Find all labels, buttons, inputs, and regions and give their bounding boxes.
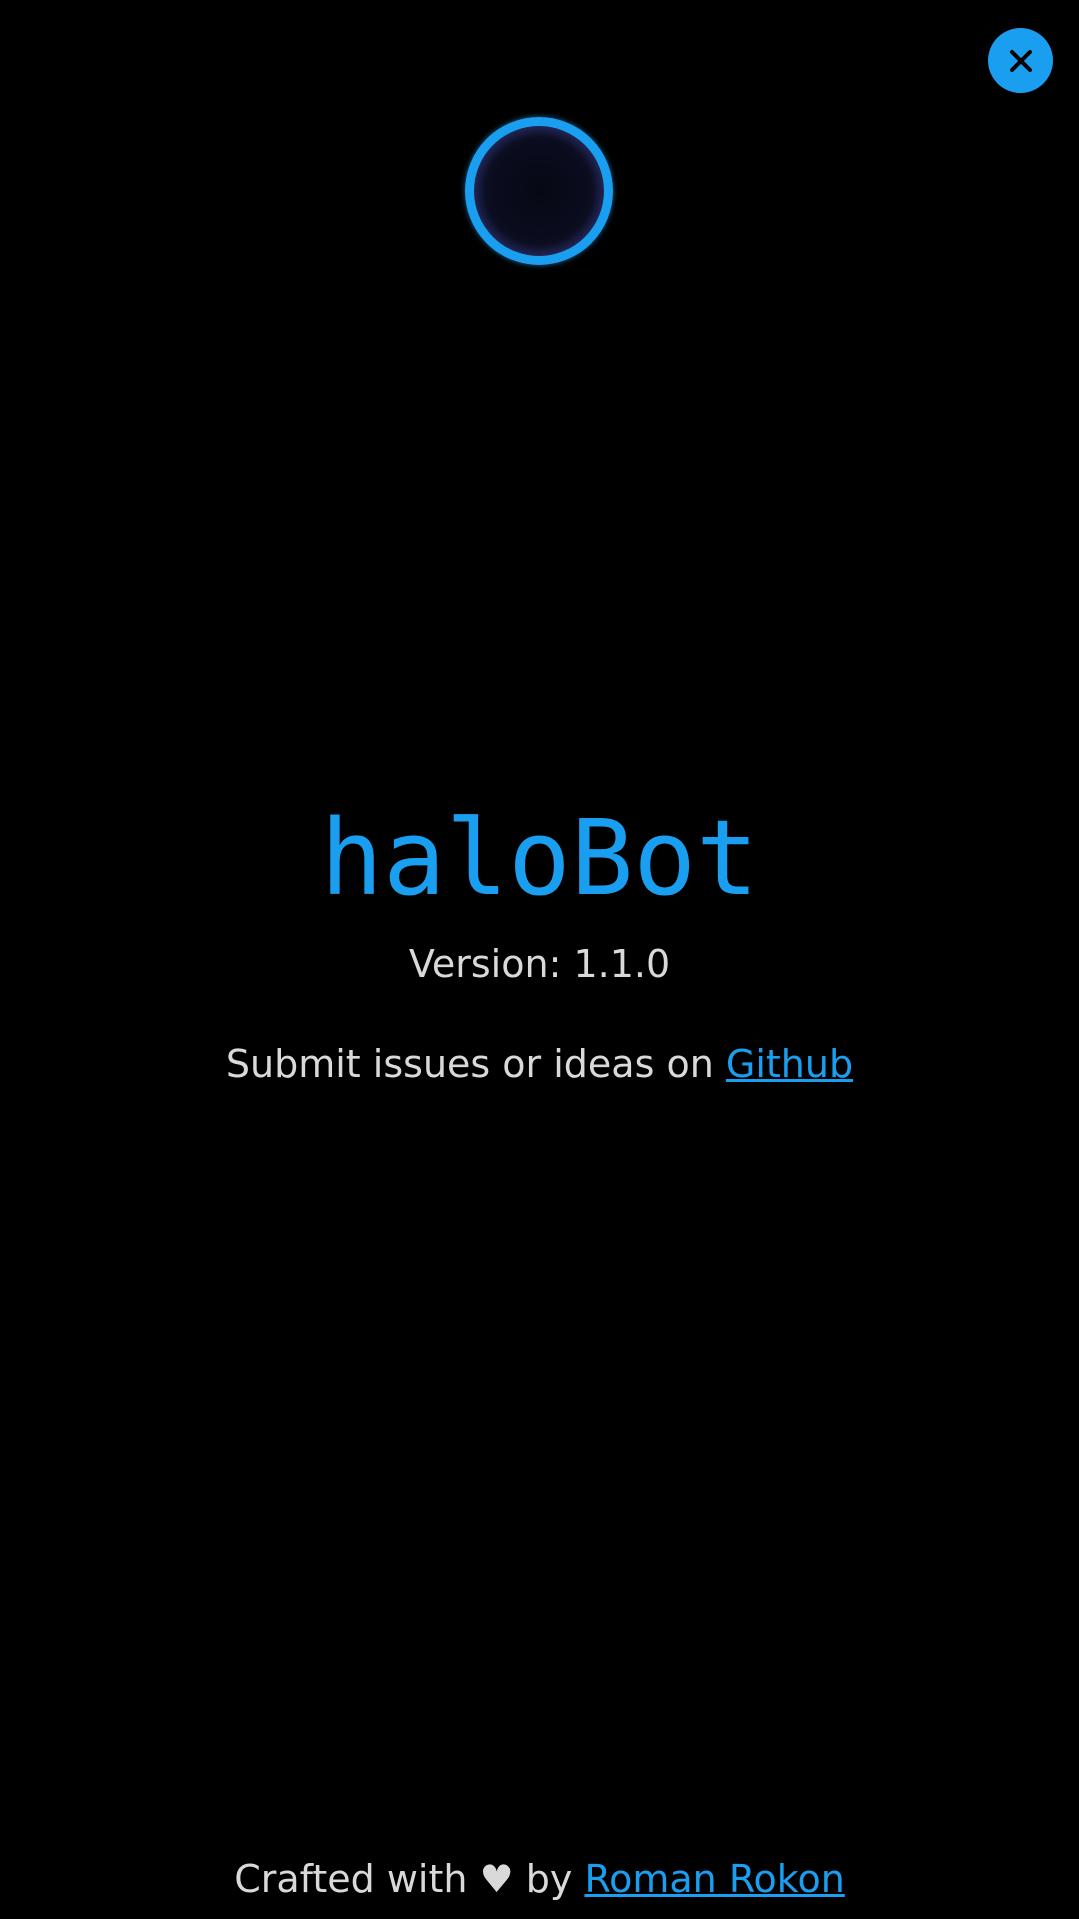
- issues-label: Submit issues or ideas on: [225, 1042, 714, 1086]
- issues-text: Submit issues or ideas on Github: [0, 1040, 1079, 1088]
- close-icon: [1009, 49, 1032, 72]
- footer-credit: Crafted with ♥ by Roman Rokon: [0, 1855, 1079, 1903]
- heart-icon: ♥: [479, 1857, 514, 1901]
- halo-ring-icon: [465, 117, 613, 265]
- version-label: Version:: [408, 942, 562, 986]
- app-title: haloBot: [320, 797, 759, 919]
- author-link[interactable]: Roman Rokon: [584, 1857, 844, 1901]
- version-value: 1.1.0: [573, 942, 671, 986]
- footer-crafted-text: Crafted with: [234, 1857, 468, 1901]
- github-link[interactable]: Github: [726, 1042, 853, 1086]
- footer-by-text: by: [525, 1857, 573, 1901]
- close-button[interactable]: [988, 28, 1053, 93]
- about-screen: haloBot Version: 1.1.0 Submit issues or …: [0, 0, 1079, 1919]
- version-text: Version: 1.1.0: [0, 940, 1079, 988]
